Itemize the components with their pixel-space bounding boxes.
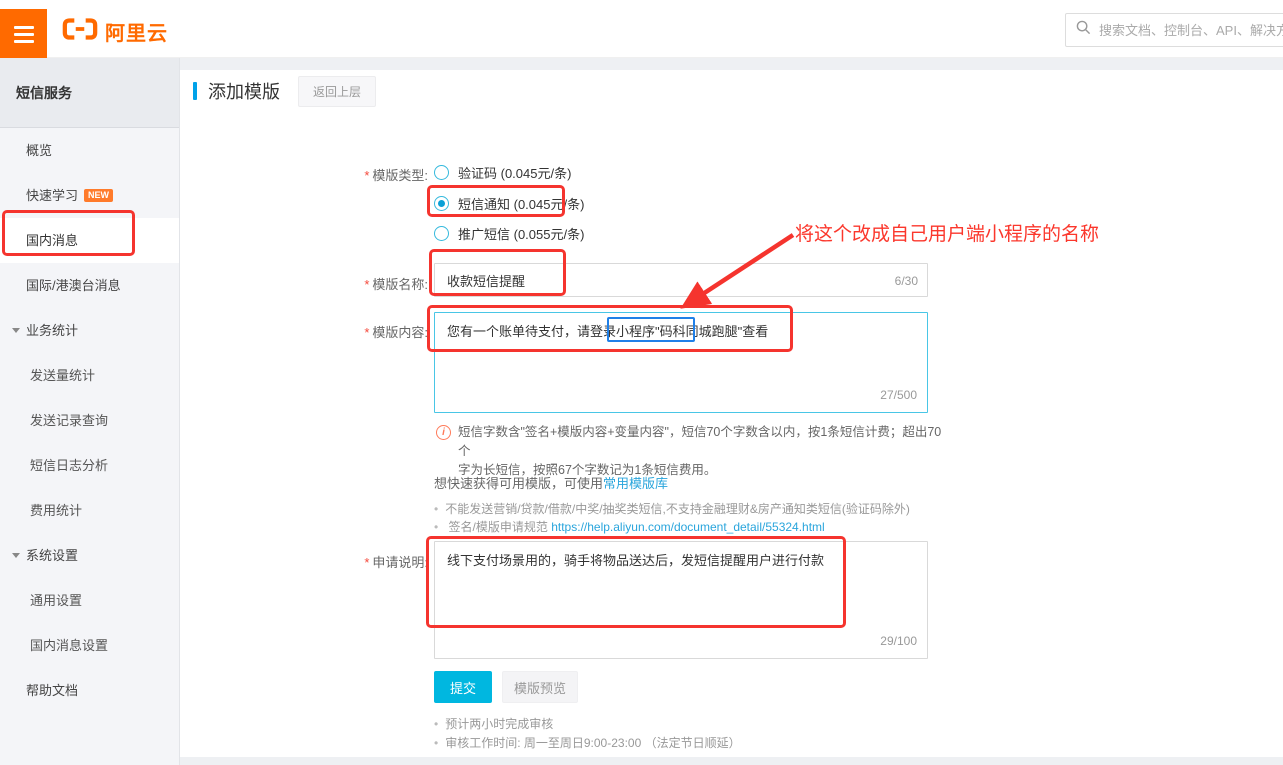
- sidebar-item-international-messages[interactable]: 国际/港澳台消息: [0, 263, 179, 308]
- search-icon: [1076, 20, 1091, 40]
- name-char-counter: 6/30: [895, 274, 918, 288]
- hamburger-menu-icon[interactable]: [0, 9, 47, 58]
- sidebar-item-overview[interactable]: 概览: [0, 128, 179, 173]
- content-text-highlight: 码科同城跑腿: [660, 324, 738, 339]
- template-preview-button[interactable]: 模版预览: [502, 671, 578, 703]
- aliyun-bracket-icon: [62, 17, 98, 46]
- brand-name: 阿里云: [105, 17, 168, 46]
- sidebar-item-help-docs[interactable]: 帮助文档: [0, 668, 179, 713]
- desc-char-counter: 29/100: [880, 632, 917, 651]
- sidebar-group-system-settings[interactable]: 系统设置: [0, 533, 179, 578]
- aliyun-logo[interactable]: 阿里云: [62, 17, 168, 46]
- top-header: 阿里云: [0, 0, 1283, 58]
- sidebar-group-business-stats[interactable]: 业务统计: [0, 308, 179, 353]
- content-char-counter: 27/500: [880, 386, 917, 405]
- search-input[interactable]: [1099, 23, 1283, 38]
- sidebar-item-send-record-query[interactable]: 发送记录查询: [0, 398, 179, 443]
- application-desc-label: *申请说明:: [180, 552, 428, 571]
- restriction-note: 不能发送营销/贷款/借款/中奖/抽奖类短信,不支持金融理财&房产通知类短信(验证…: [434, 500, 910, 517]
- sidebar-item-domestic-messages[interactable]: 国内消息: [0, 218, 179, 263]
- spec-doc-link[interactable]: https://help.aliyun.com/document_detail/…: [551, 520, 825, 534]
- chevron-down-icon: [12, 328, 20, 333]
- radio-icon: [434, 165, 449, 180]
- content-text-prefix: 您有一个账单待支付，请登录小程序": [447, 324, 660, 339]
- global-search[interactable]: [1065, 13, 1283, 47]
- sidebar: 短信服务 概览 快速学习NEW 国内消息 国际/港澳台消息 业务统计 发送量统计…: [0, 58, 180, 765]
- title-accent-bar: [193, 82, 197, 100]
- radio-icon: [434, 226, 449, 241]
- common-template-library-link[interactable]: 常用模版库: [603, 476, 668, 491]
- template-name-input[interactable]: [434, 263, 928, 297]
- page-title: 添加模版: [208, 78, 280, 104]
- sidebar-item-cost-stats[interactable]: 费用统计: [0, 488, 179, 533]
- radio-sms-notification[interactable]: 短信通知 (0.045元/条): [434, 193, 584, 213]
- content-text-suffix: "查看: [738, 324, 769, 339]
- info-icon: i: [436, 425, 451, 440]
- review-time-note: 预计两小时完成审核: [434, 715, 553, 732]
- sidebar-item-quick-learn[interactable]: 快速学习NEW: [0, 173, 179, 218]
- radio-promotional-sms[interactable]: 推广短信 (0.055元/条): [434, 223, 584, 243]
- main-area: 添加模版 返回上层 *模版类型: 验证码 (0.045元/条) 短信通知 (0.…: [180, 58, 1283, 765]
- quick-template-tip: 想快速获得可用模版，可使用常用模版库: [434, 473, 668, 492]
- review-hours-note: 审核工作时间: 周一至周日9:00-23:00 （法定节日顺延）: [434, 734, 741, 751]
- template-name-field-wrap: 6/30: [434, 263, 928, 297]
- template-content-textarea[interactable]: 您有一个账单待支付，请登录小程序"码科同城跑腿"查看 27/500: [434, 312, 928, 413]
- sidebar-item-send-volume-stats[interactable]: 发送量统计: [0, 353, 179, 398]
- spec-note: 签名/模版申请规范 https://help.aliyun.com/docume…: [434, 518, 825, 535]
- chevron-down-icon: [12, 553, 20, 558]
- template-content-label: *模版内容:: [180, 322, 428, 341]
- radio-verification-code[interactable]: 验证码 (0.045元/条): [434, 162, 571, 182]
- template-type-label: *模版类型:: [180, 165, 428, 184]
- sidebar-title: 短信服务: [0, 58, 179, 128]
- sidebar-item-general-settings[interactable]: 通用设置: [0, 578, 179, 623]
- application-desc-textarea[interactable]: 线下支付场景用的，骑手将物品送达后，发短信提醒用户进行付款 29/100: [434, 541, 928, 659]
- back-button[interactable]: 返回上层: [298, 76, 376, 107]
- new-badge: NEW: [84, 189, 113, 202]
- add-template-card: 添加模版 返回上层 *模版类型: 验证码 (0.045元/条) 短信通知 (0.…: [180, 70, 1283, 757]
- radio-checked-icon: [434, 196, 449, 211]
- aliyun-sms-console: 阿里云 短信服务 概览 快速学习NEW 国内消息 国际/港澳台消息 业务统计 发…: [0, 0, 1283, 765]
- sms-billing-tip: 短信字数含"签名+模版内容+变量内容"，短信70个字数含以内，按1条短信计费；超…: [458, 423, 944, 480]
- submit-button[interactable]: 提交: [434, 671, 492, 703]
- sidebar-item-sms-log-analysis[interactable]: 短信日志分析: [0, 443, 179, 488]
- template-name-label: *模版名称:: [180, 274, 428, 293]
- sidebar-item-domestic-message-settings[interactable]: 国内消息设置: [0, 623, 179, 668]
